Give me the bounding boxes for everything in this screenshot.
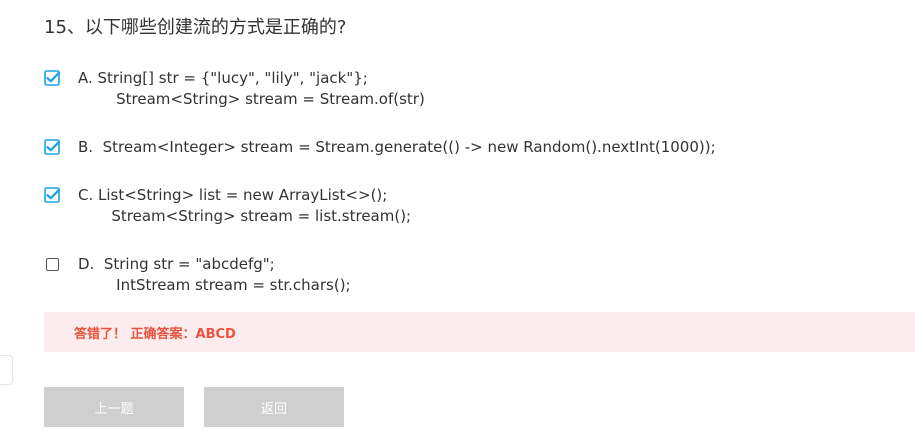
back-button[interactable]: 返回: [204, 387, 344, 427]
question-title: 15、以下哪些创建流的方式是正确的?: [44, 17, 347, 38]
result-text: 答错了！ 正确答案：ABCD: [74, 326, 236, 342]
option-b-line1: B. Stream<Integer> stream = Stream.gener…: [78, 138, 716, 156]
option-c[interactable]: C. List<String> list = new ArrayList<>()…: [44, 185, 411, 227]
side-tab-handle[interactable]: [0, 355, 13, 385]
option-b[interactable]: B. Stream<Integer> stream = Stream.gener…: [44, 137, 716, 158]
option-a[interactable]: A. String[] str = {"lucy", "lily", "jack…: [44, 68, 425, 110]
option-c-line2: Stream<String> stream = list.stream();: [78, 207, 412, 225]
check-square-icon[interactable]: [44, 70, 60, 86]
empty-square-icon[interactable]: [46, 258, 59, 271]
check-square-icon[interactable]: [44, 187, 60, 203]
option-d-line2: IntStream stream = str.chars();: [78, 276, 351, 294]
result-banner: 答错了！ 正确答案：ABCD: [44, 312, 915, 352]
option-d-line1: D. String str = "abcdefg";: [78, 255, 275, 273]
option-c-line1: C. List<String> list = new ArrayList<>()…: [78, 186, 388, 204]
option-a-line2: Stream<String> stream = Stream.of(str): [78, 90, 425, 108]
prev-question-button[interactable]: 上一题: [44, 387, 184, 427]
option-a-line1: A. String[] str = {"lucy", "lily", "jack…: [78, 69, 368, 87]
check-square-icon[interactable]: [44, 139, 60, 155]
option-d[interactable]: D. String str = "abcdefg"; IntStream str…: [44, 254, 351, 296]
